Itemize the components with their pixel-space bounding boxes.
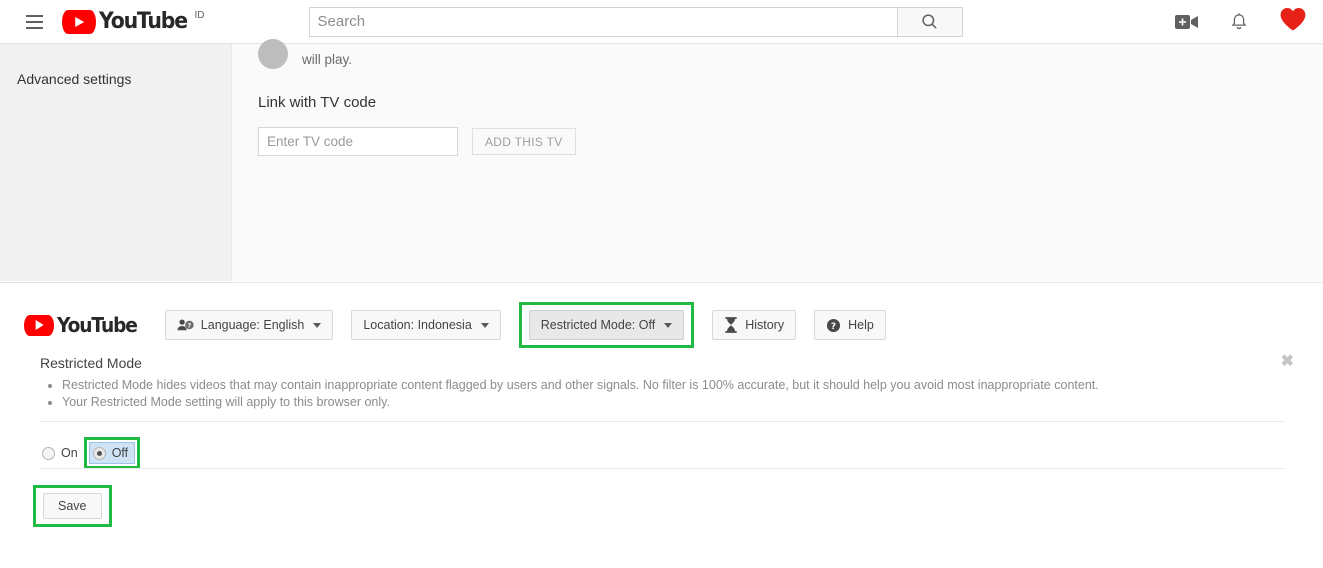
- radio-option-off-label: Off: [111, 446, 129, 460]
- hamburger-line: [25, 20, 43, 23]
- create-video-icon[interactable]: [1175, 13, 1199, 31]
- tv-code-input[interactable]: [258, 127, 458, 156]
- language-button[interactable]: ? Language: English: [164, 310, 334, 340]
- restricted-mode-button[interactable]: Restricted Mode: Off: [528, 310, 685, 340]
- partial-scrolled-row: will play.: [258, 39, 352, 69]
- help-circle-icon: ?: [827, 318, 841, 332]
- hamburger-menu-icon[interactable]: [14, 2, 54, 42]
- restricted-mode-description: Restricted Mode hides videos that may co…: [40, 377, 1099, 411]
- help-button[interactable]: ? Help: [814, 310, 886, 340]
- masthead-right-icons: [1175, 6, 1307, 37]
- restricted-mode-button-label: Restricted Mode: Off: [540, 318, 656, 332]
- search-icon: [922, 14, 937, 29]
- location-button[interactable]: Location: Indonesia: [351, 310, 501, 340]
- account-question-icon: ?: [177, 319, 194, 331]
- history-button[interactable]: History: [712, 310, 797, 340]
- notifications-bell-icon[interactable]: [1229, 11, 1249, 33]
- youtube-logo[interactable]: YouTube ID: [62, 8, 205, 34]
- masthead: YouTube ID: [0, 0, 1323, 44]
- youtube-play-icon: [24, 314, 54, 336]
- chevron-down-icon: [313, 322, 322, 328]
- divider: [40, 468, 1285, 469]
- hourglass-icon: [725, 317, 738, 333]
- save-button[interactable]: Save: [43, 493, 102, 519]
- radio-button-off-icon[interactable]: [92, 446, 106, 460]
- avatar-heart-icon[interactable]: [1279, 6, 1307, 37]
- search-button[interactable]: [896, 6, 963, 37]
- search-input[interactable]: [308, 6, 897, 37]
- add-this-tv-button[interactable]: ADD THIS TV: [472, 128, 576, 155]
- youtube-logo-footer[interactable]: YouTube: [24, 312, 143, 337]
- partial-avatar: [258, 39, 288, 69]
- sidebar-item-label: Advanced settings: [17, 71, 132, 87]
- link-tv-code-heading: Link with TV code: [258, 94, 377, 111]
- search-bar: [308, 6, 963, 37]
- restricted-mode-title: Restricted Mode: [40, 355, 142, 371]
- hamburger-line: [25, 14, 43, 17]
- partial-text: will play.: [302, 51, 353, 67]
- chevron-down-icon: [480, 322, 489, 328]
- settings-content: will play. Link with TV code ADD THIS TV: [233, 39, 1323, 281]
- hamburger-line: [25, 26, 43, 29]
- svg-text:?: ?: [187, 323, 191, 330]
- youtube-play-icon: [62, 9, 96, 34]
- radio-button-on-icon[interactable]: [42, 446, 55, 460]
- save-row: Save: [33, 485, 112, 527]
- footer-settings-bar: YouTube ? Language: English Location: In…: [0, 282, 1323, 568]
- help-button-label: Help: [848, 318, 874, 332]
- footer-toolbar: YouTube ? Language: English Location: In…: [24, 302, 886, 348]
- youtube-country-code: ID: [194, 9, 205, 21]
- youtube-wordmark: YouTube: [57, 312, 138, 337]
- radio-option-off[interactable]: Off: [88, 442, 136, 464]
- settings-page-body: Advanced settings will play. Link with T…: [0, 39, 1323, 281]
- history-button-label: History: [745, 318, 785, 332]
- radio-off-highlight: Off: [83, 437, 141, 469]
- youtube-wordmark: YouTube: [99, 8, 188, 34]
- chevron-down-icon: [664, 322, 673, 328]
- description-bullet: Restricted Mode hides videos that may co…: [62, 377, 1099, 394]
- location-button-label: Location: Indonesia: [363, 318, 472, 332]
- close-icon[interactable]: ✖: [1281, 354, 1294, 370]
- svg-text:?: ?: [831, 321, 836, 331]
- radio-option-on[interactable]: On: [42, 446, 78, 460]
- radio-option-on-label: On: [61, 446, 78, 460]
- sidebar-item-advanced-settings[interactable]: Advanced settings: [17, 71, 131, 87]
- save-button-highlight: Save: [33, 485, 112, 527]
- settings-sidebar: Advanced settings: [0, 44, 232, 281]
- restricted-mode-highlight: Restricted Mode: Off: [518, 302, 695, 348]
- restricted-mode-options: On Off: [42, 437, 141, 469]
- language-button-label: Language: English: [200, 318, 305, 332]
- divider: [40, 421, 1285, 422]
- description-bullet: Your Restricted Mode setting will apply …: [62, 394, 1099, 411]
